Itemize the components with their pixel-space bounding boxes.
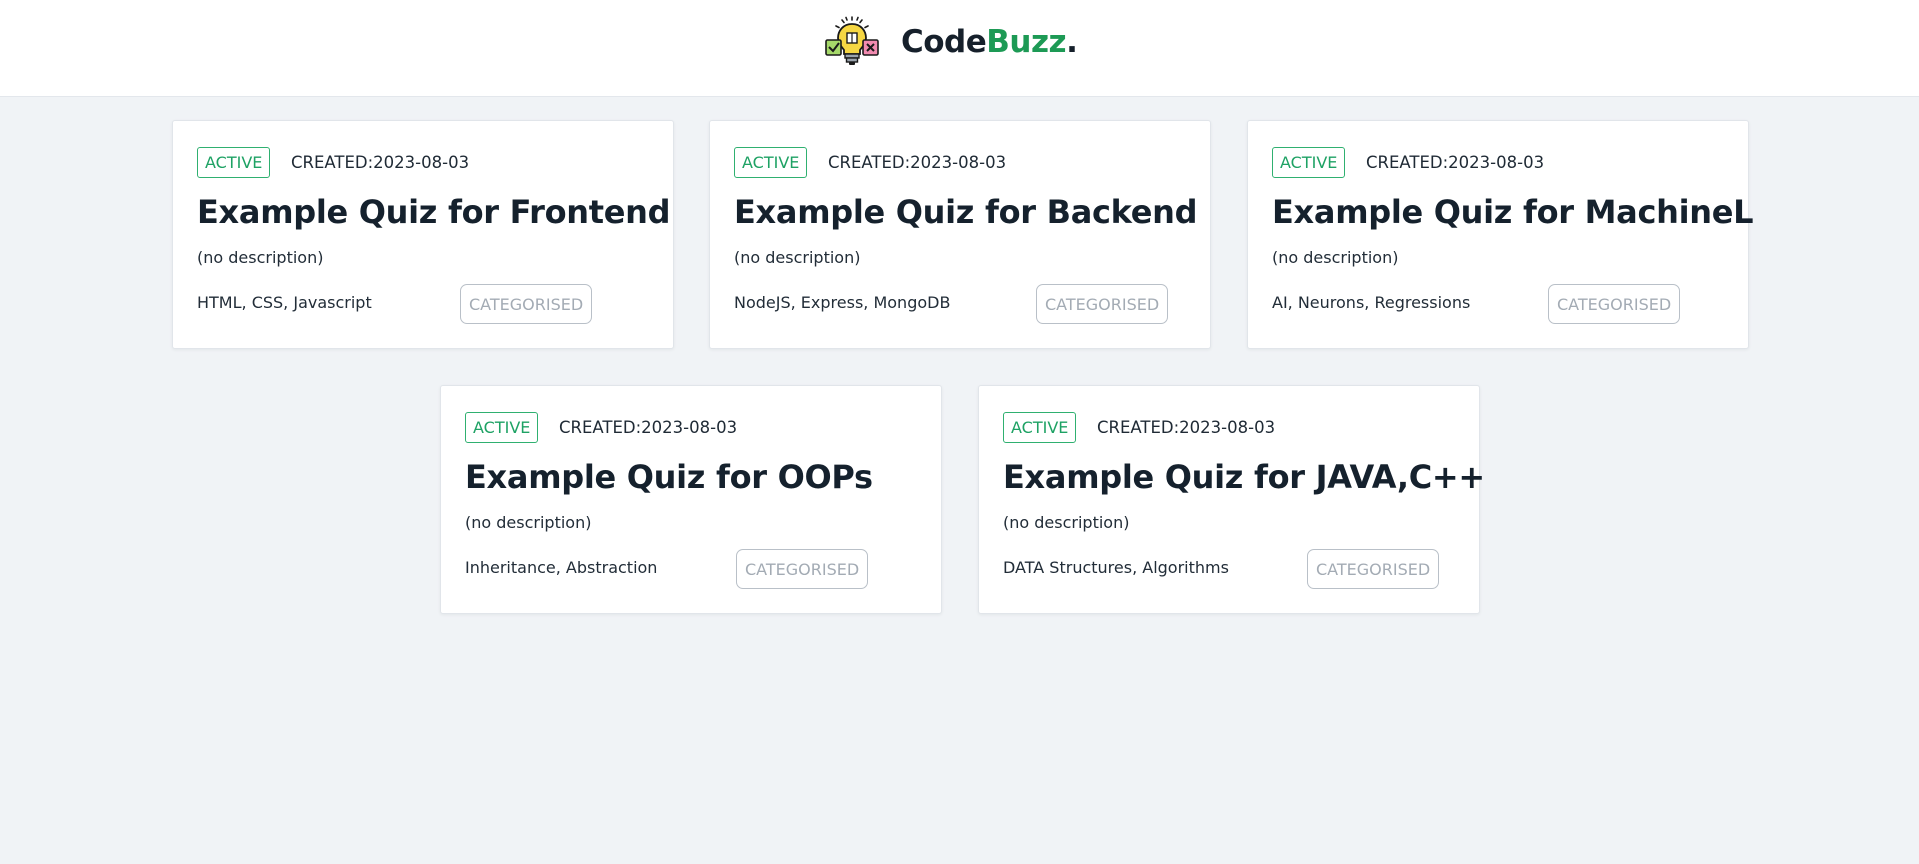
quiz-tags: NodeJS, Express, MongoDB bbox=[734, 293, 951, 312]
categorised-button[interactable]: CATEGORISED bbox=[1036, 284, 1169, 324]
categorised-button[interactable]: CATEGORISED bbox=[1307, 549, 1440, 589]
quiz-description: (no description) bbox=[734, 248, 861, 267]
brand-name-dot: . bbox=[1066, 24, 1078, 60]
categorised-button[interactable]: CATEGORISED bbox=[1548, 284, 1681, 324]
quiz-tags: DATA Structures, Algorithms bbox=[1003, 558, 1229, 577]
created-date: CREATED:2023-08-03 bbox=[1366, 153, 1545, 172]
categorised-button[interactable]: CATEGORISED bbox=[736, 549, 869, 589]
logo-link[interactable]: CodeBuzz. bbox=[824, 16, 1078, 68]
brand-name-buzz: Buzz bbox=[986, 24, 1067, 60]
quiz-tags: Inheritance, Abstraction bbox=[465, 558, 658, 577]
brand-name-code: Code bbox=[901, 24, 987, 60]
quiz-tags: HTML, CSS, Javascript bbox=[197, 293, 372, 312]
quiz-description: (no description) bbox=[197, 248, 324, 267]
quiz-description: (no description) bbox=[1272, 248, 1399, 267]
quiz-title[interactable]: Example Quiz for Backend bbox=[734, 193, 1198, 231]
created-date: CREATED:2023-08-03 bbox=[291, 153, 470, 172]
quiz-title[interactable]: Example Quiz for MachineL bbox=[1272, 193, 1754, 231]
status-badge: ACTIVE bbox=[1003, 412, 1077, 443]
quiz-title[interactable]: Example Quiz for OOPs bbox=[465, 458, 873, 496]
status-badge: ACTIVE bbox=[734, 147, 808, 178]
status-badge: ACTIVE bbox=[465, 412, 539, 443]
quiz-card-machinel[interactable]: ACTIVE CREATED:2023-08-03 Example Quiz f… bbox=[1247, 120, 1754, 349]
quiz-description: (no description) bbox=[1003, 513, 1130, 532]
created-date: CREATED:2023-08-03 bbox=[1097, 418, 1276, 437]
created-date: CREATED:2023-08-03 bbox=[559, 418, 738, 437]
status-badge: ACTIVE bbox=[197, 147, 271, 178]
quiz-card-frontend[interactable]: ACTIVE CREATED:2023-08-03 Example Quiz f… bbox=[172, 120, 674, 349]
quiz-title[interactable]: Example Quiz for Frontend bbox=[197, 193, 671, 231]
quiz-title[interactable]: Example Quiz for JAVA,C++ bbox=[1003, 458, 1485, 496]
lightbulb-quiz-icon bbox=[825, 16, 879, 65]
quiz-card-java-cpp[interactable]: ACTIVE CREATED:2023-08-03 Example Quiz f… bbox=[978, 385, 1485, 614]
created-date: CREATED:2023-08-03 bbox=[828, 153, 1007, 172]
quiz-card-oops[interactable]: ACTIVE CREATED:2023-08-03 Example Quiz f… bbox=[440, 385, 942, 614]
status-badge: ACTIVE bbox=[1272, 147, 1346, 178]
categorised-button[interactable]: CATEGORISED bbox=[460, 284, 593, 324]
quiz-card-backend[interactable]: ACTIVE CREATED:2023-08-03 Example Quiz f… bbox=[709, 120, 1211, 349]
brand-name: CodeBuzz. bbox=[901, 24, 1078, 60]
quiz-description: (no description) bbox=[465, 513, 592, 532]
quiz-tags: AI, Neurons, Regressions bbox=[1272, 293, 1471, 312]
site-header: CodeBuzz. bbox=[0, 0, 1919, 97]
